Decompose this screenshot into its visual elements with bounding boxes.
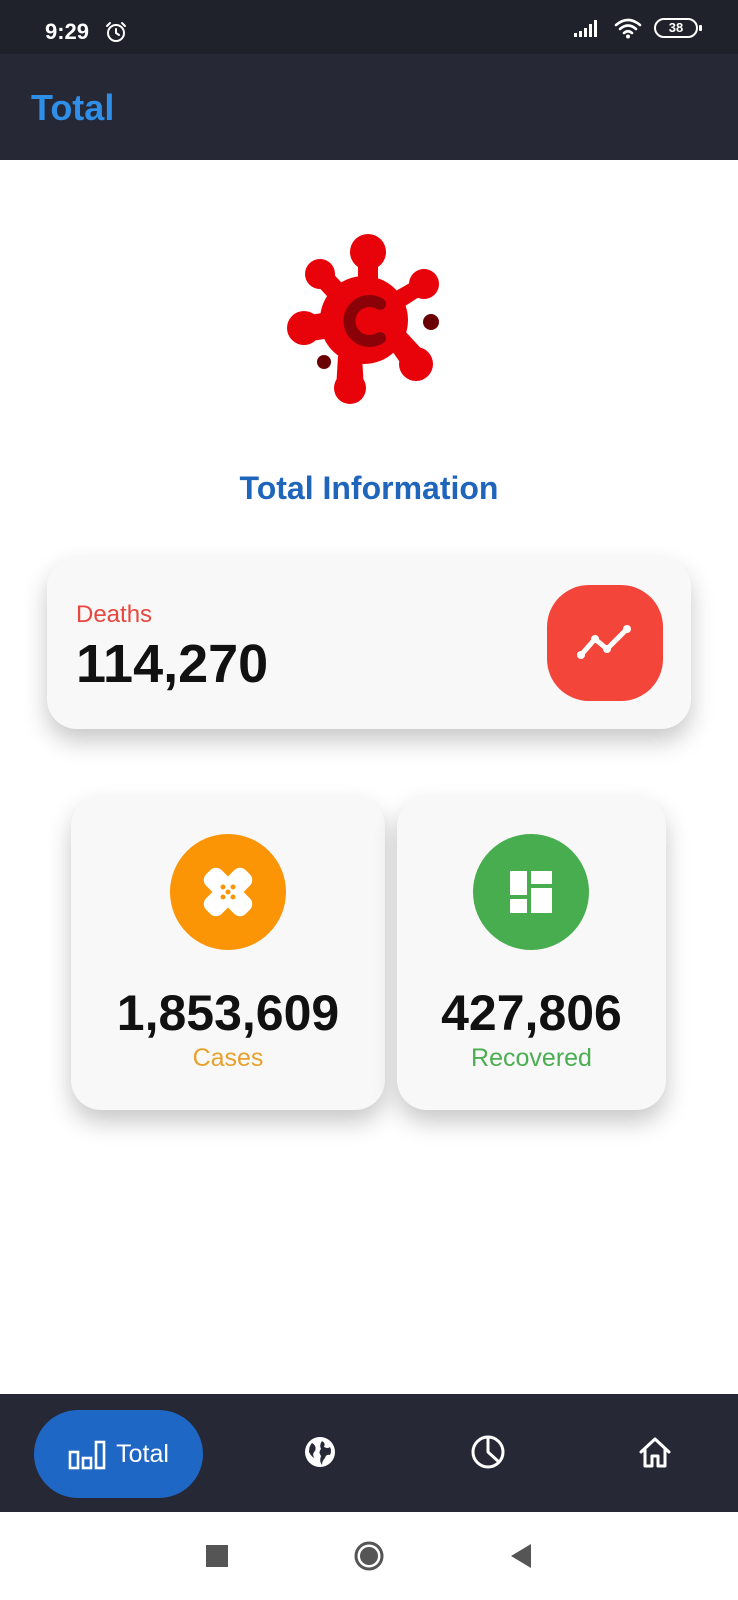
cases-card: 1,853,609 Cases [71, 796, 385, 1110]
recents-icon[interactable] [201, 1540, 233, 1572]
nav-item-total-label: Total [116, 1439, 169, 1468]
home-system-icon[interactable] [353, 1540, 385, 1572]
app-bar: Total [0, 54, 738, 160]
status-icons: 38 [574, 17, 702, 39]
section-title: Total Information [239, 470, 499, 506]
deaths-trend-button[interactable] [547, 585, 663, 701]
signal-icon [574, 20, 597, 37]
deaths-card: Deaths 114,270 [47, 557, 691, 729]
system-nav-bar [0, 1512, 738, 1600]
virus-logo-icon [287, 234, 439, 404]
home-icon[interactable] [637, 1434, 673, 1470]
status-bar: 9:29 38 [0, 0, 738, 54]
recovered-value: 427,806 [441, 985, 622, 1041]
nav-item-total[interactable]: Total [34, 1410, 203, 1498]
alarm-icon [106, 22, 126, 42]
wifi-icon [614, 18, 642, 39]
status-time: 9:29 [45, 19, 90, 44]
back-icon[interactable] [505, 1540, 537, 1572]
pie-chart-icon[interactable] [470, 1434, 506, 1470]
recovered-card: 427,806 Recovered [397, 796, 666, 1110]
cases-value: 1,853,609 [116, 985, 340, 1041]
recovered-label: Recovered [471, 1044, 592, 1072]
globe-icon[interactable] [302, 1434, 338, 1470]
trending-up-icon [577, 625, 631, 659]
cases-label: Cases [192, 1044, 264, 1072]
battery-indicator: 38 [654, 18, 702, 38]
recovered-icon-badge [473, 834, 589, 950]
bar-chart-icon [68, 1440, 106, 1470]
cases-icon-badge [170, 834, 286, 950]
deaths-value: 114,270 [76, 634, 269, 694]
deaths-label: Deaths [76, 601, 153, 628]
bottom-nav: Total [0, 1394, 738, 1512]
bandage-icon [203, 867, 253, 917]
dashboard-icon [510, 871, 552, 913]
page-title: Total [31, 87, 115, 128]
